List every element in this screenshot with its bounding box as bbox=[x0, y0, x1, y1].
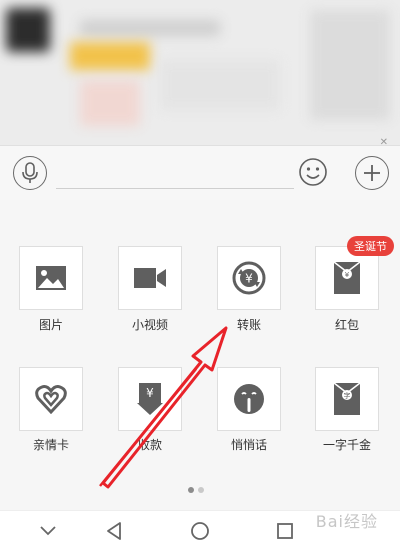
chat-message-area: ✕ bbox=[0, 0, 400, 145]
receive-money-tile[interactable]: ¥ bbox=[118, 367, 182, 431]
smiley-icon bbox=[299, 158, 327, 186]
red-envelope-label: 红包 bbox=[334, 318, 359, 332]
transfer-tile[interactable]: ¥ bbox=[217, 246, 281, 310]
nav-home-button[interactable] bbox=[188, 519, 212, 543]
holiday-badge: 圣诞节 bbox=[347, 236, 394, 256]
image-tile[interactable] bbox=[19, 246, 83, 310]
watermark: Bai经验 bbox=[315, 512, 378, 531]
back-triangle-icon bbox=[107, 522, 121, 540]
video-camera-icon bbox=[134, 268, 166, 288]
page-indicator bbox=[188, 487, 204, 493]
microphone-icon bbox=[22, 162, 38, 183]
whisper-tile[interactable] bbox=[217, 367, 281, 431]
video-label: 小视频 bbox=[131, 318, 168, 332]
svg-text:字: 字 bbox=[344, 391, 351, 400]
chevron-down-icon bbox=[40, 526, 56, 536]
image-label: 图片 bbox=[38, 318, 63, 332]
family-card-tile[interactable] bbox=[19, 367, 83, 431]
transfer-yen-icon: ¥ bbox=[232, 261, 266, 295]
message-blur bbox=[80, 80, 140, 126]
transfer-label: 转账 bbox=[236, 318, 261, 332]
receive-money-label: 收款 bbox=[137, 438, 162, 452]
message-blur bbox=[80, 20, 220, 36]
nav-collapse-button[interactable] bbox=[36, 519, 60, 543]
receive-money-icon: ¥ bbox=[137, 383, 163, 415]
svg-text:¥: ¥ bbox=[345, 271, 350, 279]
nav-back-button[interactable] bbox=[102, 519, 126, 543]
message-blur bbox=[160, 60, 280, 110]
page-dot[interactable] bbox=[198, 487, 204, 493]
emoji-button[interactable] bbox=[297, 156, 329, 188]
svg-text:¥: ¥ bbox=[245, 272, 253, 286]
red-envelope-icon: ¥ bbox=[333, 261, 361, 294]
collapse-chevron-icon[interactable]: ✕ bbox=[380, 137, 388, 145]
svg-text:¥: ¥ bbox=[146, 386, 154, 400]
plus-icon bbox=[364, 165, 380, 181]
avatar bbox=[6, 8, 50, 52]
family-card-label: 亲情卡 bbox=[32, 438, 69, 452]
nav-recents-button[interactable] bbox=[273, 519, 297, 543]
chat-input-bar bbox=[0, 145, 400, 201]
voice-button[interactable] bbox=[13, 156, 47, 190]
one-word-envelope-icon: 字 bbox=[333, 382, 361, 415]
heart-card-icon bbox=[35, 385, 67, 414]
recents-square-icon bbox=[277, 523, 293, 539]
one-word-label: 一字千金 bbox=[322, 438, 371, 452]
message-blur bbox=[310, 10, 390, 120]
video-tile[interactable] bbox=[118, 246, 182, 310]
home-circle-icon bbox=[191, 522, 209, 540]
whisper-icon bbox=[234, 384, 264, 414]
page-dot-active[interactable] bbox=[188, 487, 194, 493]
one-word-tile[interactable]: 字 bbox=[315, 367, 379, 431]
message-input[interactable] bbox=[56, 158, 294, 189]
whisper-label: 悄悄话 bbox=[230, 438, 267, 452]
more-plus-button[interactable] bbox=[355, 156, 389, 190]
image-icon bbox=[36, 266, 66, 290]
message-blur bbox=[70, 42, 150, 70]
